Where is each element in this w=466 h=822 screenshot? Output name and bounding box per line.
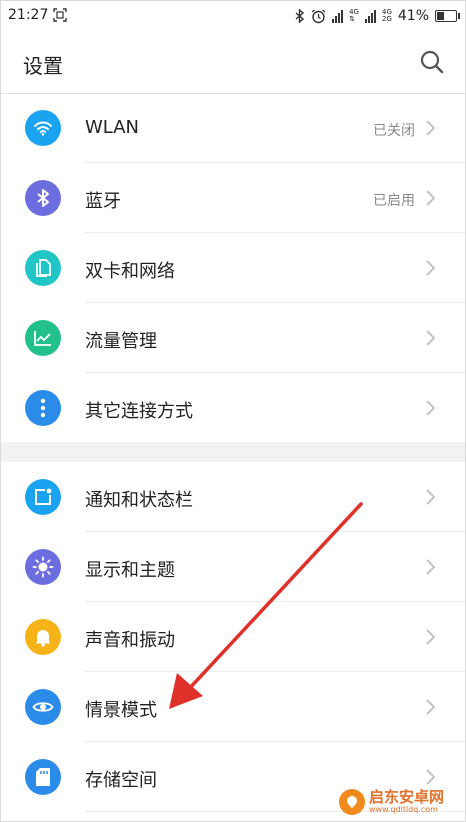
signal-strength-1-icon [332, 9, 344, 23]
brightness-icon [25, 549, 61, 585]
bell-icon [25, 619, 61, 655]
status-icons: 4G ⇅ 4G 2G 41% [295, 6, 460, 26]
device-settings-list: 通知和状态栏 显示和主题声音和振动情景模式存储空间 [1, 462, 465, 812]
data-arrows-icon: ⇅ [349, 15, 355, 23]
sim-icon [25, 250, 61, 286]
settings-screen: 21:27 4G ⇅ 4G 2G 41% 设置 WLAN 已关闭 蓝牙 已启用 … [0, 0, 466, 822]
settings-row[interactable]: 流量管理 [1, 303, 465, 373]
sd-card-icon [25, 759, 61, 795]
screenshot-scan-icon [53, 8, 67, 22]
settings-row[interactable]: 蓝牙 已启用 [1, 163, 465, 233]
settings-row[interactable]: 其它连接方式 [1, 373, 465, 443]
more-dots-icon [25, 390, 61, 426]
wifi-icon [25, 110, 61, 146]
page-title: 设置 [23, 54, 63, 78]
battery-icon [435, 10, 460, 22]
network-type-2-bottom: 2G [381, 15, 392, 23]
settings-row-label: 其它连接方式 [85, 401, 193, 422]
settings-row-label: 流量管理 [85, 331, 157, 352]
traffic-chart-icon [25, 320, 61, 356]
chevron-right-icon [425, 330, 436, 346]
battery-percent: 41% [397, 8, 429, 24]
settings-row-label: 存储空间 [85, 770, 157, 791]
settings-row-label: WLAN [85, 117, 140, 138]
watermark-logo-icon [339, 789, 365, 815]
chevron-right-icon [425, 400, 436, 416]
settings-row-value: 已启用 [373, 193, 415, 209]
settings-row-label: 蓝牙 [85, 191, 121, 212]
connectivity-settings-list: WLAN 已关闭蓝牙 已启用双卡和网络流量管理其它连接方式 [1, 93, 465, 443]
settings-row[interactable]: 通知和状态栏 [1, 462, 465, 532]
bluetooth-status-icon [295, 9, 305, 23]
watermark-text: 启东安卓网 [369, 788, 445, 806]
settings-row-label: 声音和振动 [85, 630, 175, 651]
settings-row-label: 通知和状态栏 [85, 490, 193, 511]
search-icon[interactable] [419, 49, 445, 75]
status-time: 21:27 [8, 7, 49, 23]
settings-row[interactable]: 显示和主题 [1, 532, 465, 602]
app-header: 设置 [1, 31, 465, 93]
chevron-right-icon [425, 190, 436, 206]
alarm-icon [311, 8, 326, 23]
signal-strength-2-icon [364, 9, 376, 23]
settings-row-value: 已关闭 [373, 123, 415, 139]
chevron-right-icon [425, 559, 436, 575]
chevron-right-icon [425, 489, 436, 505]
chevron-right-icon [425, 120, 436, 136]
bluetooth-icon [25, 180, 61, 216]
network-type: 4G ⇅ [349, 9, 359, 23]
network-type-2: 4G 2G [382, 9, 392, 23]
settings-row-label: 显示和主题 [85, 560, 175, 581]
settings-row[interactable]: 双卡和网络 [1, 233, 465, 303]
chevron-right-icon [425, 769, 436, 785]
section-gap [1, 442, 465, 462]
status-bar: 21:27 4G ⇅ 4G 2G 41% [1, 1, 465, 31]
settings-row[interactable]: WLAN 已关闭 [1, 93, 465, 163]
settings-row-label: 双卡和网络 [85, 261, 175, 282]
settings-row[interactable]: 情景模式 [1, 672, 465, 742]
watermark-url: www.qdltldq.com [369, 805, 438, 814]
eye-icon [25, 689, 61, 725]
chevron-right-icon [425, 699, 436, 715]
notification-icon [25, 479, 61, 515]
settings-row-label: 情景模式 [85, 700, 157, 721]
chevron-right-icon [425, 629, 436, 645]
settings-row[interactable]: 声音和振动 [1, 602, 465, 672]
chevron-right-icon [425, 260, 436, 276]
watermark: 启东安卓网 www.qdltldq.com [339, 787, 444, 817]
